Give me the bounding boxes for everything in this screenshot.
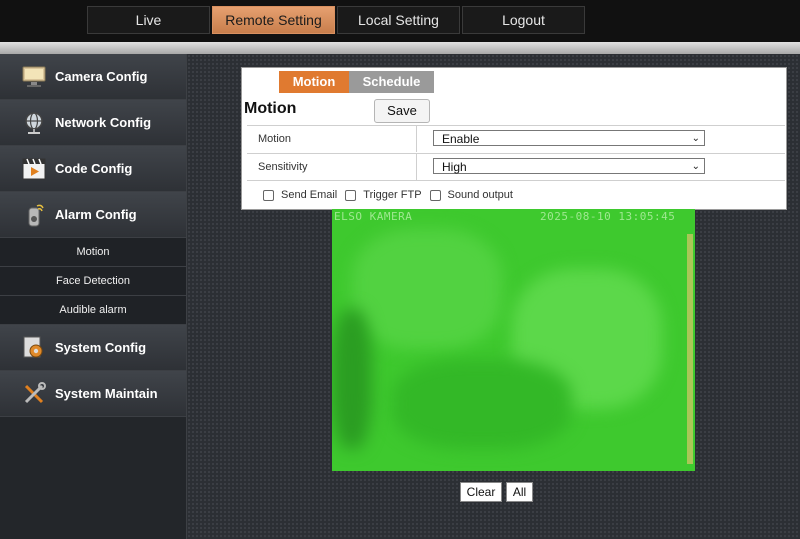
sidebar-item-code-config[interactable]: Code Config <box>0 146 186 192</box>
camera-image-region <box>352 229 502 349</box>
sidebar-subitem-motion[interactable]: Motion <box>0 238 186 267</box>
sensitivity-row: Sensitivity High ⌄ <box>247 153 785 181</box>
camera-image-edge <box>687 234 693 464</box>
gear-icon <box>21 335 47 361</box>
all-button[interactable]: All <box>506 482 533 502</box>
sensitivity-label: Sensitivity <box>247 154 417 180</box>
sidebar-item-label: Network Config <box>55 115 152 130</box>
camera-image-region <box>392 359 572 449</box>
sidebar-subitem-audible-alarm[interactable]: Audible alarm <box>0 296 186 325</box>
tab-live[interactable]: Live <box>87 6 210 34</box>
tab-remote-setting[interactable]: Remote Setting <box>212 6 335 34</box>
panel-title: Motion <box>244 100 297 117</box>
osd-camera-name: ELSO KAMERA <box>334 210 413 223</box>
motion-settings-panel: Motion Schedule Motion Save Motion Enabl… <box>241 67 787 210</box>
sidebar-item-system-config[interactable]: System Config <box>0 325 186 371</box>
sidebar-item-label: Alarm Config <box>55 207 137 222</box>
camera-image-region <box>332 309 372 449</box>
alarm-icon <box>21 202 47 228</box>
top-bar: Live Remote Setting Local Setting Logout <box>0 0 800 42</box>
area-buttons: Clear All <box>460 482 533 502</box>
panel-tabs: Motion Schedule <box>279 71 434 93</box>
tab-local-setting[interactable]: Local Setting <box>337 6 460 34</box>
save-button[interactable]: Save <box>374 99 430 123</box>
send-email-checkbox[interactable] <box>263 189 274 201</box>
tab-schedule[interactable]: Schedule <box>349 71 434 93</box>
sensitivity-select-value: High <box>442 160 467 174</box>
chevron-down-icon: ⌄ <box>691 133 700 144</box>
send-email-option: Send Email <box>263 189 337 201</box>
osd-timestamp: 2025-08-10 13:05:45 <box>540 210 676 223</box>
motion-detection-area[interactable]: ELSO KAMERA 2025-08-10 13:05:45 <box>332 209 695 471</box>
sidebar-item-label: System Maintain <box>55 386 158 401</box>
sidebar-item-network-config[interactable]: Network Config <box>0 100 186 146</box>
motion-select[interactable]: Enable ⌄ <box>433 130 705 146</box>
sidebar-item-camera-config[interactable]: Camera Config <box>0 54 186 100</box>
trigger-ftp-label: Trigger FTP <box>363 189 422 201</box>
globe-icon <box>21 110 47 136</box>
sidebar-item-label: Camera Config <box>55 69 148 84</box>
sidebar-item-label: System Config <box>55 340 147 355</box>
sidebar-subitem-face-detection[interactable]: Face Detection <box>0 267 186 296</box>
chevron-down-icon: ⌄ <box>691 161 700 172</box>
motion-select-value: Enable <box>442 132 480 146</box>
trigger-ftp-checkbox[interactable] <box>345 189 357 201</box>
sidebar: Camera Config Network Config Code Config… <box>0 54 187 539</box>
sidebar-item-label: Code Config <box>55 161 133 176</box>
send-email-label: Send Email <box>281 189 338 201</box>
monitor-icon <box>21 64 47 90</box>
sidebar-item-system-maintain[interactable]: System Maintain <box>0 371 186 417</box>
tab-logout[interactable]: Logout <box>462 6 585 34</box>
sound-output-label: Sound output <box>447 189 513 201</box>
sensitivity-select[interactable]: High ⌄ <box>433 158 705 174</box>
tab-motion[interactable]: Motion <box>279 71 349 93</box>
sound-output-option: Sound output <box>429 189 513 201</box>
top-navigation: Live Remote Setting Local Setting Logout <box>87 6 587 34</box>
film-play-icon <box>21 156 47 182</box>
motion-label: Motion <box>247 126 417 152</box>
sidebar-item-alarm-config[interactable]: Alarm Config <box>0 192 186 238</box>
tools-icon <box>21 381 47 407</box>
alarm-actions: Send Email Trigger FTP Sound output <box>263 189 521 201</box>
trigger-ftp-option: Trigger FTP <box>345 189 422 201</box>
motion-row: Motion Enable ⌄ <box>247 125 785 152</box>
clear-button[interactable]: Clear <box>460 482 502 502</box>
sound-output-checkbox[interactable] <box>429 189 441 201</box>
header-divider <box>0 42 800 54</box>
